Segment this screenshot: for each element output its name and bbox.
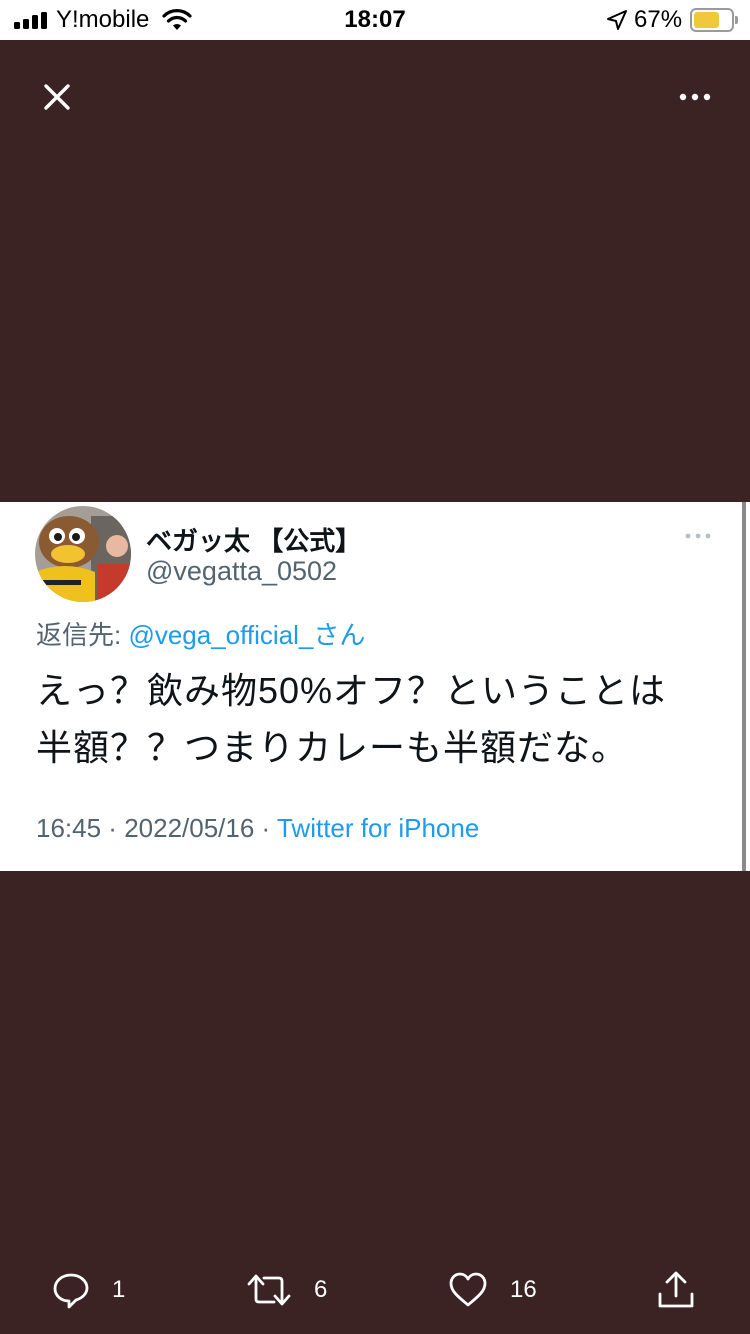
reply-mention: @vega_official_さん bbox=[128, 620, 366, 650]
battery-percent: 67% bbox=[634, 6, 683, 33]
reply-button[interactable]: 1 bbox=[52, 1268, 125, 1312]
reply-to-line: 返信先: @vega_official_さん bbox=[36, 615, 365, 652]
retweet-count: 6 bbox=[314, 1276, 328, 1303]
share-icon bbox=[658, 1271, 694, 1308]
tweet-time: 16:45 bbox=[36, 813, 102, 843]
avatar bbox=[35, 506, 131, 602]
reply-count: 1 bbox=[112, 1276, 126, 1303]
retweet-button[interactable]: 6 bbox=[246, 1268, 327, 1312]
meta-separator: · bbox=[254, 813, 277, 843]
like-button[interactable]: 16 bbox=[448, 1268, 537, 1312]
user-handle: @vegatta_0502 bbox=[146, 556, 338, 586]
reply-prefix: 返信先: bbox=[36, 620, 129, 650]
like-count: 16 bbox=[510, 1276, 537, 1303]
tweet-card: ベガッ太 【公式】 @vegatta_0502 返信先: @vega_offic… bbox=[0, 502, 750, 871]
tweet-text: えっ？飲み物50%オフ？ということは 半額？？つまりカレーも半額だな。 bbox=[36, 662, 716, 776]
close-icon[interactable] bbox=[34, 74, 80, 120]
location-arrow-icon bbox=[607, 10, 627, 30]
tweet-date: 2022/05/16 bbox=[124, 813, 255, 843]
like-icon bbox=[449, 1272, 487, 1307]
more-horizontal-icon bbox=[685, 533, 711, 539]
status-bar: Y!mobile 18:07 67% bbox=[0, 0, 750, 40]
image-edge bbox=[742, 502, 746, 871]
tweet-meta: 16:45 · 2022/05/16 · Twitter for iPhone bbox=[36, 813, 479, 844]
tweet-text-line: 半額？？つまりカレーも半額だな。 bbox=[36, 727, 629, 768]
battery-icon bbox=[690, 8, 738, 32]
display-name: ベガッ太 【公式】 bbox=[146, 526, 362, 556]
reply-icon bbox=[53, 1273, 89, 1309]
retweet-icon bbox=[247, 1274, 291, 1306]
meta-separator: · bbox=[101, 813, 125, 843]
share-button[interactable] bbox=[654, 1268, 698, 1312]
more-options-icon[interactable] bbox=[668, 80, 722, 114]
tweet-text-line: えっ？飲み物50%オフ？ということは bbox=[36, 670, 667, 711]
tweet-source: Twitter for iPhone bbox=[276, 813, 480, 843]
